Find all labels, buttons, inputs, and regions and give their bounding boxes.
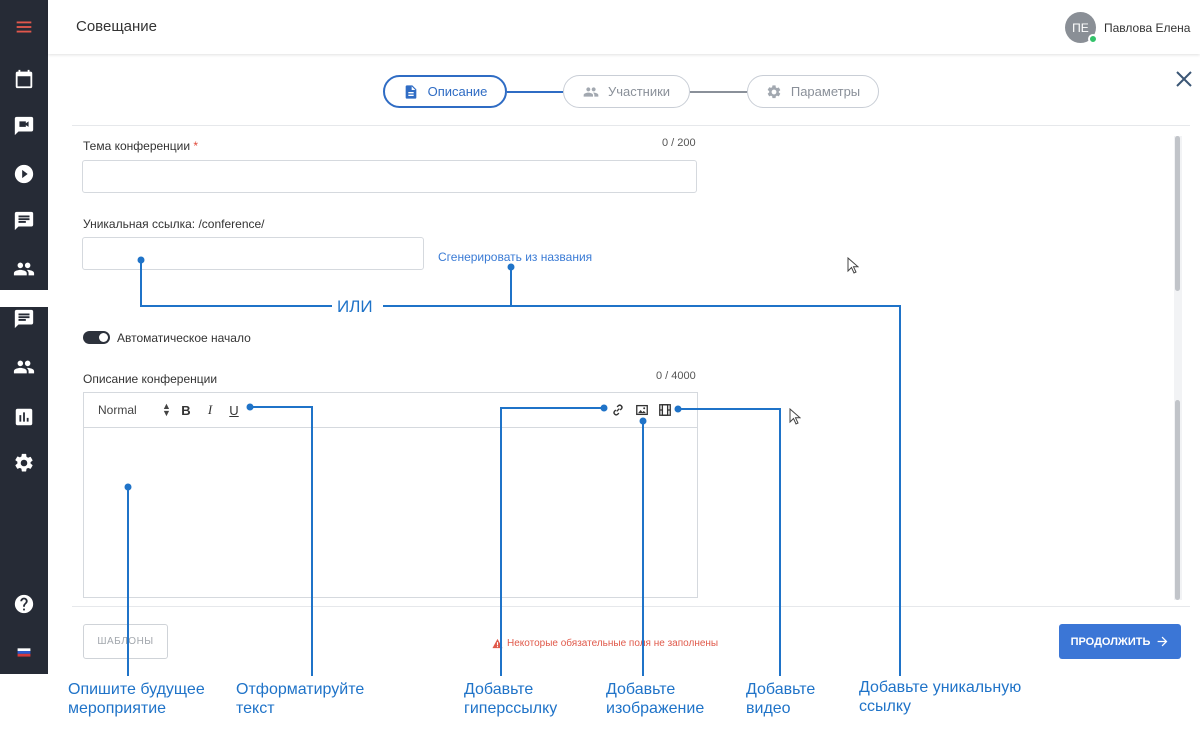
- image-icon[interactable]: [634, 402, 650, 418]
- underline-button[interactable]: U: [226, 402, 242, 418]
- description-editor[interactable]: Normal ▲ ▼ B I U: [83, 392, 698, 598]
- warning-text: Некоторые обязательные поля не заполнены: [507, 638, 719, 649]
- language-flag-icon[interactable]: [12, 640, 36, 664]
- auto-start-toggle[interactable]: [83, 331, 110, 344]
- avatar[interactable]: ПЕ: [1065, 12, 1098, 44]
- calendar-icon[interactable]: [12, 67, 36, 91]
- video-icon[interactable]: [657, 402, 673, 418]
- annotation-video: Добавьте видео: [746, 681, 816, 717]
- avatar-initials: ПЕ: [1072, 20, 1089, 35]
- italic-button[interactable]: I: [202, 402, 218, 418]
- templates-button[interactable]: ШАБЛОНЫ: [83, 624, 168, 659]
- online-status-indicator: [1088, 34, 1098, 44]
- close-icon[interactable]: [1175, 70, 1193, 88]
- annotation-callouts: [124, 256, 901, 676]
- step-description[interactable]: Описание: [383, 75, 507, 108]
- sidebar-divider: [0, 290, 48, 307]
- step-participants-label: Участники: [607, 84, 671, 99]
- auto-start-label: Автоматическое начало: [117, 331, 251, 345]
- unique-link-label: Уникальная ссылка: /conference/: [83, 217, 265, 231]
- page-title: Совещание: [76, 18, 158, 35]
- topic-label-text: Тема конференции: [83, 139, 191, 153]
- people-icon: [583, 86, 599, 97]
- people-icon[interactable]: [12, 355, 36, 379]
- top-header: Совещание ПЕ Павлова Елена: [48, 0, 1200, 54]
- step-parameters[interactable]: Параметры: [747, 75, 879, 108]
- topic-label: Тема конференции *: [83, 139, 198, 153]
- bold-button[interactable]: B: [178, 402, 194, 418]
- step-connector: [690, 91, 747, 93]
- annotation-image: Добавьте изображение: [606, 681, 705, 717]
- people-icon[interactable]: [12, 257, 36, 281]
- warning-icon: [492, 638, 503, 649]
- format-select[interactable]: Normal: [98, 403, 137, 417]
- analytics-icon[interactable]: [12, 405, 36, 429]
- divider: [72, 125, 1190, 126]
- divider: [72, 606, 1190, 607]
- annotation-format: Отформатируйте текст: [236, 681, 365, 717]
- step-connector: [507, 91, 563, 93]
- gear-icon: [767, 84, 781, 98]
- link-icon[interactable]: [610, 402, 626, 418]
- annotation-describe: Опишите будущее мероприятие: [68, 681, 205, 717]
- annotation-unique-link: Добавьте уникальную ссылку: [859, 679, 1022, 715]
- document-icon: [405, 84, 416, 99]
- sidebar: [0, 0, 48, 674]
- annotation-hyperlink: Добавьте гиперссылку: [464, 681, 558, 717]
- chat-icon[interactable]: [12, 209, 36, 233]
- required-mark: *: [193, 139, 199, 153]
- step-description-label: Описание: [427, 84, 488, 99]
- step-parameters-label: Параметры: [790, 84, 861, 99]
- unique-link-input[interactable]: [82, 237, 424, 270]
- chevron-updown-icon: ▲ ▼: [162, 401, 171, 418]
- settings-icon[interactable]: [12, 451, 36, 475]
- menu-icon[interactable]: [12, 15, 36, 39]
- help-icon[interactable]: [12, 592, 36, 616]
- description-label: Описание конференции: [83, 372, 218, 386]
- chat-icon[interactable]: [12, 307, 36, 331]
- topic-input[interactable]: [82, 160, 697, 193]
- topic-counter: 0 / 200: [662, 137, 696, 149]
- video-chat-icon[interactable]: [12, 114, 36, 138]
- play-icon[interactable]: [12, 162, 36, 186]
- user-name[interactable]: Павлова Елена: [1104, 21, 1190, 35]
- mouse-cursor-icon: [847, 257, 859, 274]
- editor-toolbar: Normal ▲ ▼ B I U: [84, 393, 697, 428]
- scrollbar-thumb[interactable]: [1175, 400, 1180, 600]
- scrollbar-thumb[interactable]: [1175, 136, 1180, 291]
- mouse-cursor-icon: [789, 408, 801, 425]
- annotation-or: ИЛИ: [337, 297, 373, 316]
- step-participants[interactable]: Участники: [563, 75, 690, 108]
- continue-label: ПРОДОЛЖИТЬ: [1070, 635, 1151, 648]
- continue-button[interactable]: ПРОДОЛЖИТЬ: [1059, 624, 1181, 659]
- validation-warning: Некоторые обязательные поля не заполнены: [492, 638, 718, 649]
- generate-from-title-link[interactable]: Сгенерировать из названия: [438, 250, 592, 264]
- description-counter: 0 / 4000: [656, 370, 696, 382]
- arrow-right-icon: [1158, 636, 1168, 647]
